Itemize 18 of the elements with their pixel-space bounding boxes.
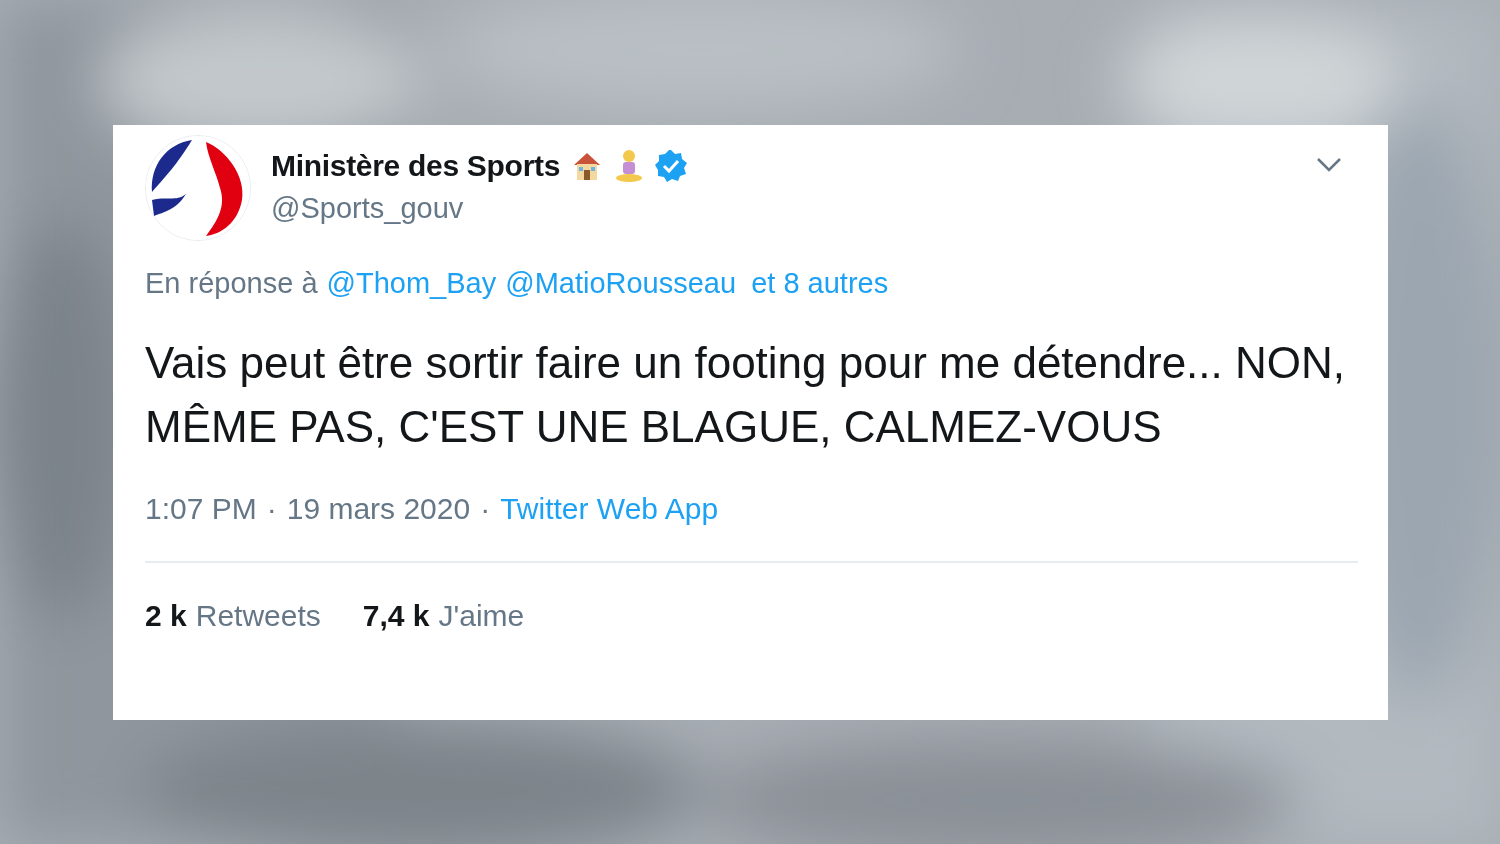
account-name[interactable]: Ministère des Sports <box>271 143 561 188</box>
chevron-down-icon[interactable] <box>1316 157 1342 173</box>
tweet-time: 1:07 PM <box>145 491 257 527</box>
stat-count: 7,4 k <box>362 598 430 634</box>
stat-label: J'aime <box>438 598 525 634</box>
stat-label: Retweets <box>195 598 321 634</box>
reply-label: En réponse à <box>145 266 318 301</box>
mention-link[interactable]: @MatioRousseau <box>505 263 737 303</box>
separator-dot: · <box>480 491 491 527</box>
others-link[interactable]: et 8 autres <box>751 263 889 303</box>
tweet-date: 19 mars 2020 <box>286 491 471 527</box>
tweet-text: Vais peut être sortir faire un footing pour me détendre... NON, MÊME PAS, C'EST UNE BLAGUE, CALMEZ-VOUS <box>145 337 1346 453</box>
account-handle[interactable]: @Sports_gouv <box>271 190 689 226</box>
mention-link[interactable]: @Thom_Bay <box>326 263 497 303</box>
source-link[interactable]: Twitter Web App <box>500 489 719 529</box>
stat-count: 2 k <box>145 598 187 634</box>
separator-dot: · <box>266 491 277 527</box>
meditating-figure-icon <box>614 147 645 184</box>
